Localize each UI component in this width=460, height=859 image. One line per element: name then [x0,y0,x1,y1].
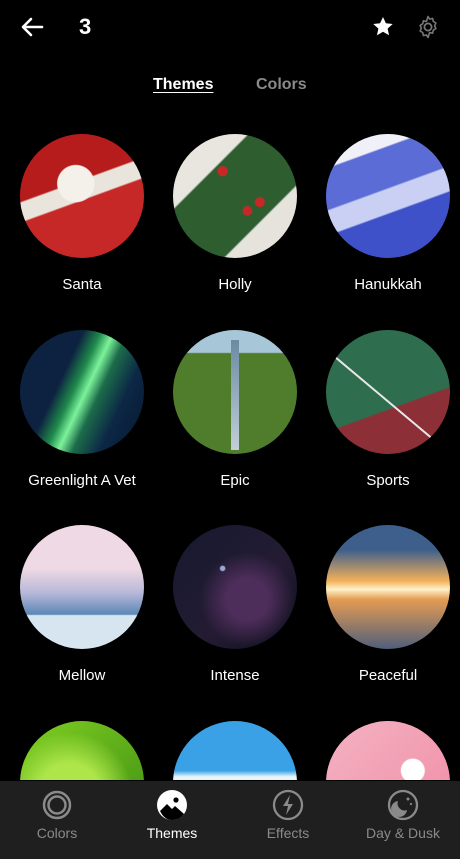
bottom-navigation: Colors Themes Effects Day & Dusk [0,781,460,859]
theme-tile-santa[interactable]: Santa [7,134,157,293]
theme-tile-peaceful[interactable]: Peaceful [313,525,460,684]
nav-label: Themes [146,825,198,841]
nav-label: Effects [266,825,310,841]
moon-stars-icon [387,789,419,821]
theme-thumbnail [20,330,144,454]
nav-label: Colors [36,825,78,841]
segment-tabs: Themes Colors [0,76,460,102]
theme-thumbnail [173,525,297,649]
nav-colors[interactable]: Colors [22,781,92,859]
theme-thumbnail [20,721,144,780]
tab-colors[interactable]: Colors [256,76,307,94]
gear-icon[interactable] [415,14,441,40]
theme-tile-hanukkah[interactable]: Hanukkah [313,134,460,293]
theme-label: Peaceful [358,667,418,684]
theme-label: Epic [220,472,250,489]
theme-label: Sports [366,472,410,489]
theme-tile-partial[interactable] [160,721,310,780]
theme-grid: Santa Holly Hanukkah Greenlight A Vet Ep… [0,130,460,780]
theme-thumbnail [326,134,450,258]
top-app-bar: 3 [0,0,460,58]
nav-themes[interactable]: Themes [132,781,212,859]
theme-tile-epic[interactable]: Epic [160,330,310,489]
theme-tile-holly[interactable]: Holly [160,134,310,293]
theme-thumbnail [173,721,297,780]
theme-tile-sports[interactable]: Sports [313,330,460,489]
theme-thumbnail [20,134,144,258]
theme-label: Santa [62,276,102,293]
theme-label: Greenlight A Vet [28,472,136,489]
arrow-left-icon[interactable] [18,13,46,41]
tab-themes[interactable]: Themes [153,76,213,94]
selection-count: 3 [79,14,92,39]
theme-image-icon [157,790,187,820]
nav-label: Day & Dusk [366,825,440,841]
theme-tile-intense[interactable]: Intense [160,525,310,684]
theme-tile-partial[interactable] [313,721,460,780]
theme-tile-greenlight[interactable]: Greenlight A Vet [7,330,157,489]
theme-thumbnail [326,330,450,454]
nav-day-dusk[interactable]: Day & Dusk [360,781,446,859]
theme-thumbnail [20,525,144,649]
lightning-icon [272,789,304,821]
ring-icon [42,790,72,820]
theme-thumbnail [173,330,297,454]
theme-label: Mellow [58,667,106,684]
theme-tile-mellow[interactable]: Mellow [7,525,157,684]
theme-thumbnail [173,134,297,258]
theme-label: Holly [218,276,252,293]
theme-tile-partial[interactable] [7,721,157,780]
theme-label: Intense [210,667,260,684]
theme-thumbnail [326,721,450,780]
nav-effects[interactable]: Effects [252,781,324,859]
star-icon[interactable] [370,14,396,40]
theme-label: Hanukkah [354,276,422,293]
theme-thumbnail [326,525,450,649]
